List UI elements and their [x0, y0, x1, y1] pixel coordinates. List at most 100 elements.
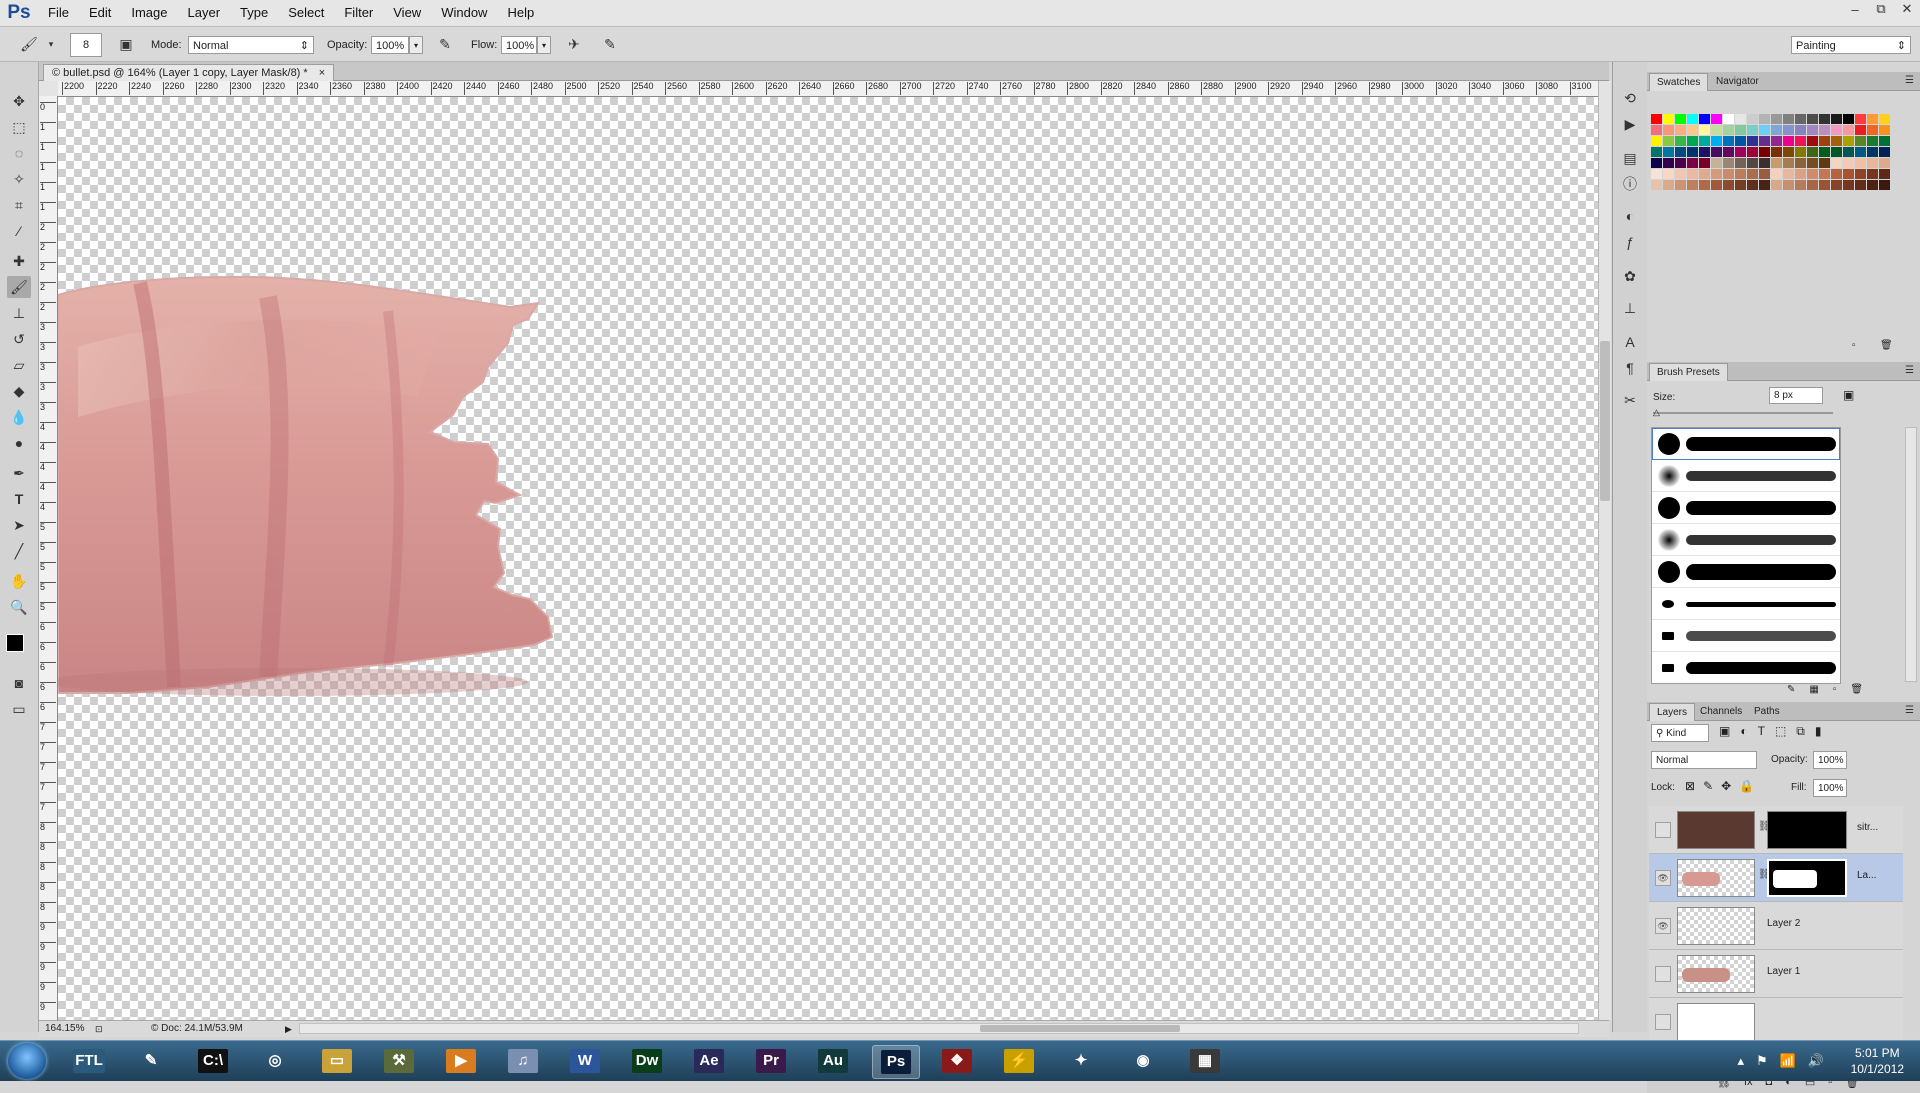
color-swatch[interactable]: [1723, 136, 1734, 146]
color-swatch[interactable]: [1783, 125, 1794, 135]
color-swatch[interactable]: [1867, 125, 1878, 135]
scroll-thumb[interactable]: [980, 1025, 1180, 1032]
canvas-horizontal-scrollbar[interactable]: [299, 1023, 1579, 1034]
brush-icon[interactable]: ✿: [1620, 266, 1640, 286]
path-selection-tool-icon[interactable]: ➤: [7, 514, 31, 536]
volume-icon[interactable]: 🔊: [1808, 1053, 1824, 1069]
brush-preset[interactable]: [1652, 492, 1840, 524]
minimize-button[interactable]: –: [1842, 0, 1868, 18]
color-swatch[interactable]: [1699, 136, 1710, 146]
adjustment-filter-icon[interactable]: ◐: [1740, 724, 1747, 739]
zoom-level[interactable]: 164.15%: [45, 1021, 84, 1037]
vertical-ruler[interactable]: 0 1 1 1 1 1 2 2 2 2 2 3 3 3 3 3 4 4 4 4 4 5 5 5 5 5 6 6 6 6 6 7 7 7 7 7 8 8 8 8…: [39, 96, 58, 1020]
taskbar-raven-icon[interactable]: ❖: [934, 1045, 980, 1077]
color-swatch[interactable]: [1843, 125, 1854, 135]
color-swatch[interactable]: [1699, 180, 1710, 190]
color-swatch[interactable]: [1771, 158, 1782, 168]
line-tool-icon[interactable]: ╱: [7, 540, 31, 562]
color-swatch[interactable]: [1867, 158, 1878, 168]
eye-icon[interactable]: 👁: [1655, 870, 1671, 886]
tab-navigator[interactable]: Navigator: [1709, 73, 1766, 90]
layer-row[interactable]: [1649, 998, 1903, 1046]
visibility-toggle[interactable]: [1655, 1014, 1671, 1030]
color-swatch[interactable]: [1819, 158, 1830, 168]
color-swatch[interactable]: [1759, 136, 1770, 146]
color-swatch[interactable]: [1819, 136, 1830, 146]
color-swatch[interactable]: [1675, 169, 1686, 179]
airbrush-icon[interactable]: ✈: [563, 33, 585, 55]
close-button[interactable]: ✕: [1894, 0, 1920, 18]
color-swatch[interactable]: [1759, 180, 1770, 190]
brush-preset[interactable]: [1652, 588, 1840, 620]
color-swatch[interactable]: [1831, 158, 1842, 168]
color-swatch[interactable]: [1867, 136, 1878, 146]
show-hidden-icons-icon[interactable]: ▴: [1737, 1053, 1744, 1069]
color-swatch[interactable]: [1771, 180, 1782, 190]
color-swatch[interactable]: [1831, 180, 1842, 190]
quick-select-tool-icon[interactable]: ✧: [7, 168, 31, 190]
tab-layers[interactable]: Layers: [1649, 703, 1696, 721]
color-swatch[interactable]: [1663, 125, 1674, 135]
color-swatch[interactable]: [1723, 125, 1734, 135]
eye-icon[interactable]: 👁: [1655, 918, 1671, 934]
taskbar-cmd-icon[interactable]: C:\: [190, 1045, 236, 1077]
layer-row[interactable]: ⛓ sitr...: [1649, 806, 1903, 854]
layer-comps-icon[interactable]: ▤: [1620, 148, 1640, 168]
color-swatch[interactable]: [1783, 169, 1794, 179]
taskbar-media-icon[interactable]: ▶: [438, 1045, 484, 1077]
color-swatch[interactable]: [1687, 158, 1698, 168]
color-swatch[interactable]: [1759, 169, 1770, 179]
color-swatch[interactable]: [1747, 136, 1758, 146]
color-swatch[interactable]: [1711, 147, 1722, 157]
color-swatch[interactable]: [1843, 136, 1854, 146]
color-swatch[interactable]: [1747, 114, 1758, 124]
layer-filter-kind[interactable]: ⚲ Kind: [1651, 724, 1709, 742]
color-swatch[interactable]: [1687, 169, 1698, 179]
taskbar-tools-icon[interactable]: ⚒: [376, 1045, 422, 1077]
taskbar-word-icon[interactable]: W: [562, 1045, 608, 1077]
zoom-tool-icon[interactable]: 🔍: [7, 596, 31, 618]
color-swatch[interactable]: [1879, 180, 1890, 190]
color-swatch[interactable]: [1855, 136, 1866, 146]
adjustments-icon[interactable]: ◐: [1620, 206, 1640, 226]
taskbar-ftl-icon[interactable]: FTL: [66, 1045, 112, 1077]
clock[interactable]: 5:01 PM 10/1/2012: [1851, 1045, 1904, 1077]
brush-preset[interactable]: [1652, 460, 1840, 492]
brush-preset[interactable]: [1652, 620, 1840, 652]
color-swatch[interactable]: [1807, 136, 1818, 146]
color-swatch[interactable]: [1735, 136, 1746, 146]
color-swatch[interactable]: [1663, 147, 1674, 157]
tab-channels[interactable]: Channels: [1693, 703, 1749, 720]
eraser-tool-icon[interactable]: ▱: [7, 354, 31, 376]
color-swatch[interactable]: [1675, 136, 1686, 146]
lock-all-icon[interactable]: 🔒: [1739, 779, 1754, 793]
restore-button[interactable]: ⧉: [1868, 0, 1894, 18]
taskbar-itunes-icon[interactable]: ♫: [500, 1045, 546, 1077]
color-swatch[interactable]: [1663, 158, 1674, 168]
color-swatch[interactable]: [1795, 180, 1806, 190]
opacity-dropdown-icon[interactable]: ▾: [409, 36, 423, 54]
color-swatch[interactable]: [1795, 125, 1806, 135]
brush-tool-preset-icon[interactable]: 🖌: [18, 33, 40, 55]
new-swatch-icon[interactable]: ▫: [1852, 340, 1856, 351]
crop-tool-icon[interactable]: ⌗: [7, 194, 31, 216]
color-swatch[interactable]: [1687, 125, 1698, 135]
chevron-down-icon[interactable]: ▾: [40, 33, 62, 55]
panel-menu-icon[interactable]: ☰: [1905, 705, 1914, 716]
brush-list-scrollbar[interactable]: [1905, 427, 1917, 682]
status-icon[interactable]: ⊡: [95, 1021, 103, 1037]
taskbar-photoshop-icon[interactable]: Ps: [872, 1045, 920, 1079]
brush-tool-icon[interactable]: 🖌: [7, 276, 31, 298]
color-swatch[interactable]: [1795, 114, 1806, 124]
tab-swatches[interactable]: Swatches: [1649, 73, 1709, 91]
layer-blend-mode-select[interactable]: Normal: [1651, 751, 1757, 769]
color-swatch[interactable]: [1819, 147, 1830, 157]
color-swatch[interactable]: [1807, 125, 1818, 135]
color-swatch[interactable]: [1699, 147, 1710, 157]
color-swatch[interactable]: [1711, 114, 1722, 124]
color-swatch[interactable]: [1843, 158, 1854, 168]
color-swatch[interactable]: [1831, 169, 1842, 179]
color-swatch[interactable]: [1771, 169, 1782, 179]
layer-row[interactable]: 👁 Layer 2: [1649, 902, 1903, 950]
flow-input[interactable]: 100%: [501, 36, 537, 54]
